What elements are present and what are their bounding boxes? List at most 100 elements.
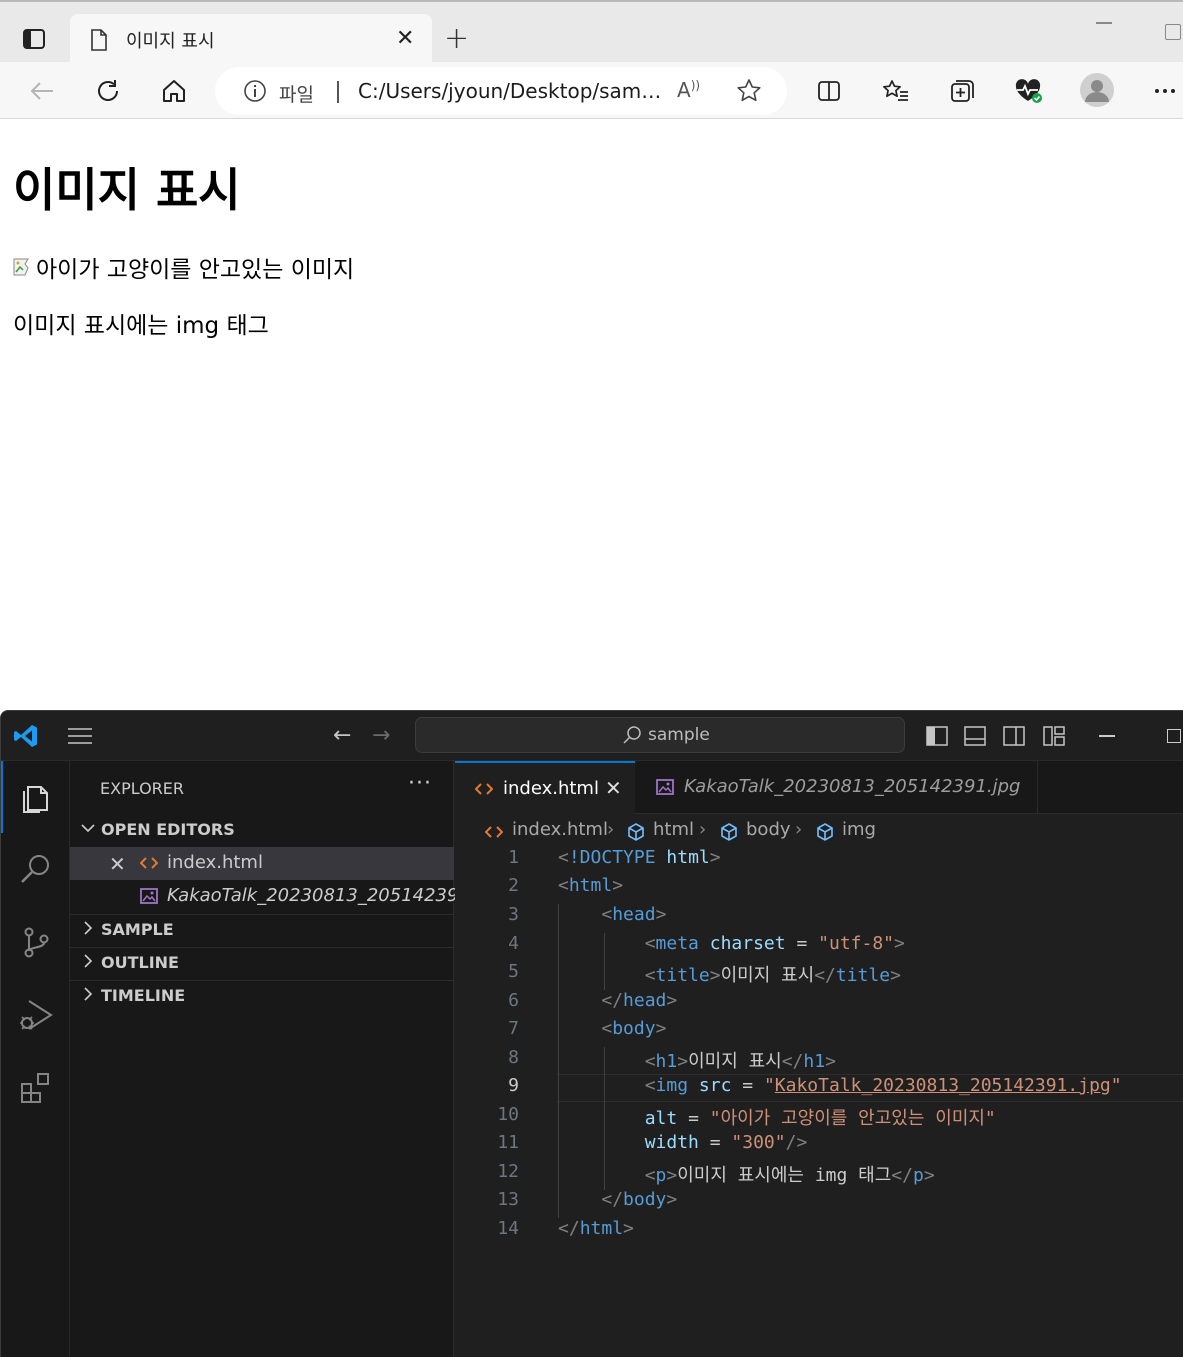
line-number: 2 [508,875,519,896]
tab-image[interactable]: KakaoTalk_20230813_205142391.jpg [636,761,1038,814]
attr-value: "utf-8" [818,933,894,954]
text-content: 이미지 표시 [720,965,815,986]
source-control-icon[interactable] [1,911,70,973]
vscode-title-bar: ← → sample [1,711,1183,761]
nav-back-icon[interactable]: ← [333,723,351,748]
vscode-minimize-icon[interactable] [1099,735,1115,737]
line-number: 7 [508,1018,519,1039]
more-options-icon[interactable] [1148,74,1182,108]
editor-tabs: index.html ✕ KakaoTalk_20230813_20514239… [455,761,1183,814]
collections-icon[interactable] [945,74,979,108]
breadcrumb-img[interactable]: img [842,819,876,840]
explorer-icon[interactable] [1,766,70,828]
code-line: <img src = "KakoTalk_20230813_205142391.… [644,1075,1122,1096]
symbol-icon [628,823,644,841]
tab-close-icon[interactable]: ✕ [396,28,414,50]
vscode-window: ← → sample EXPLORER ··· OPEN EDITORS ✕ i… [0,710,1183,1357]
tag-name: html [568,875,613,896]
maximize-icon[interactable] [1165,24,1181,40]
text-content: 이미지 표시에는 img 태그 [677,1165,892,1186]
broken-image: 아이가 고양이를 안고있는 이미지 [12,250,354,284]
info-icon[interactable] [243,79,267,103]
attr-name: width [644,1132,699,1153]
line-number: 6 [508,990,519,1011]
read-aloud-icon[interactable]: A)) [677,78,700,102]
toggle-panel-icon[interactable] [963,724,987,748]
line-number: 14 [497,1218,519,1239]
minimize-icon[interactable] [1096,22,1112,24]
line-number: 11 [497,1132,519,1153]
breadcrumb-file[interactable]: index.html [512,819,608,840]
run-debug-icon[interactable] [1,984,70,1046]
code-editor[interactable]: 1 2 3 4 5 6 7 8 9 10 11 12 13 14 <!DOCTY… [455,847,1183,1347]
nav-forward-icon[interactable]: → [372,723,390,748]
line-number: 5 [508,961,519,982]
vscode-logo-icon [14,725,37,747]
address-separator [337,81,339,103]
toggle-secondary-sidebar-icon[interactable] [1002,724,1026,748]
tag-name: p [912,1165,924,1186]
tab-actions-icon[interactable] [20,26,48,52]
extensions-icon[interactable] [1,1056,70,1118]
browser-window: 이미지 표시 ✕ + 파일 C:/Users/jyoun/Desktop/sam… [0,0,1183,710]
toggle-primary-sidebar-icon[interactable] [925,724,949,748]
tag-name: head [612,904,656,925]
menu-icon[interactable] [67,727,93,745]
outline-section[interactable]: OUTLINE [70,947,454,980]
back-icon[interactable] [25,74,59,108]
image-alt-text: 아이가 고양이를 안고있는 이미지 [36,257,355,283]
browser-essentials-icon[interactable] [1011,74,1045,108]
open-editor-index-html[interactable]: ✕ index.html [70,847,454,880]
image-file-icon [656,779,674,795]
broken-image-icon [13,258,29,276]
command-center-search[interactable]: sample [415,717,905,753]
file-icon [91,29,107,51]
line-number: 3 [508,904,519,925]
tab-close-icon[interactable]: ✕ [605,776,622,800]
address-url[interactable]: C:/Users/jyoun/Desktop/sampl... [358,79,668,103]
code-line: </body> [601,1189,678,1210]
open-editor-image[interactable]: KakaoTalk_20230813_20514239... [70,880,476,913]
search-icon [623,726,641,744]
customize-layout-icon[interactable] [1042,724,1066,748]
vscode-maximize-icon[interactable] [1167,729,1181,743]
chevron-right-icon [84,954,93,968]
attr-name: alt [644,1108,678,1129]
browser-toolbar: 파일 C:/Users/jyoun/Desktop/sampl... A)) [0,62,1183,119]
address-bar[interactable]: 파일 C:/Users/jyoun/Desktop/sampl... A)) [215,67,787,115]
split-screen-icon[interactable] [812,74,846,108]
search-sidebar-icon[interactable] [1,838,70,900]
browser-tab-bar: 이미지 표시 ✕ + [0,0,1183,66]
breadcrumb-html[interactable]: html [653,819,694,840]
home-icon[interactable] [157,74,191,108]
chevron-right-icon [84,921,93,935]
line-number: 1 [508,847,519,868]
code-line: <title>이미지 표시</title> [644,965,901,986]
equals: = [709,1132,721,1153]
breadcrumb-body[interactable]: body [746,819,791,840]
favorite-star-icon[interactable] [735,77,763,105]
tab-index-html[interactable]: index.html ✕ [455,761,635,814]
breadcrumb-chevron-icon: › [607,819,615,840]
code-line: <h1>이미지 표시</h1> [644,1051,836,1072]
open-editors-section[interactable]: OPEN EDITORS [70,814,454,847]
tag-name: title [655,965,710,986]
explorer-more-icon[interactable]: ··· [408,771,432,796]
quote: " [1110,1075,1122,1096]
browser-tab[interactable]: 이미지 표시 ✕ [70,14,432,66]
sample-section[interactable]: SAMPLE [70,914,454,947]
new-tab-icon[interactable]: + [444,24,469,54]
attr-name: src [698,1075,732,1096]
tag-name: h1 [655,1051,678,1072]
section-label: OPEN EDITORS [101,820,235,839]
close-editor-icon[interactable]: ✕ [109,852,126,876]
html-file-icon [475,783,493,795]
chevron-right-icon [84,987,93,1001]
profile-avatar[interactable] [1079,72,1115,108]
timeline-section[interactable]: TIMELINE [70,980,454,1013]
refresh-icon[interactable] [91,74,125,108]
favorites-icon[interactable] [879,74,913,108]
self-close: /> [785,1132,808,1153]
symbol-icon [817,823,833,841]
code-line: </html> [558,1218,634,1239]
